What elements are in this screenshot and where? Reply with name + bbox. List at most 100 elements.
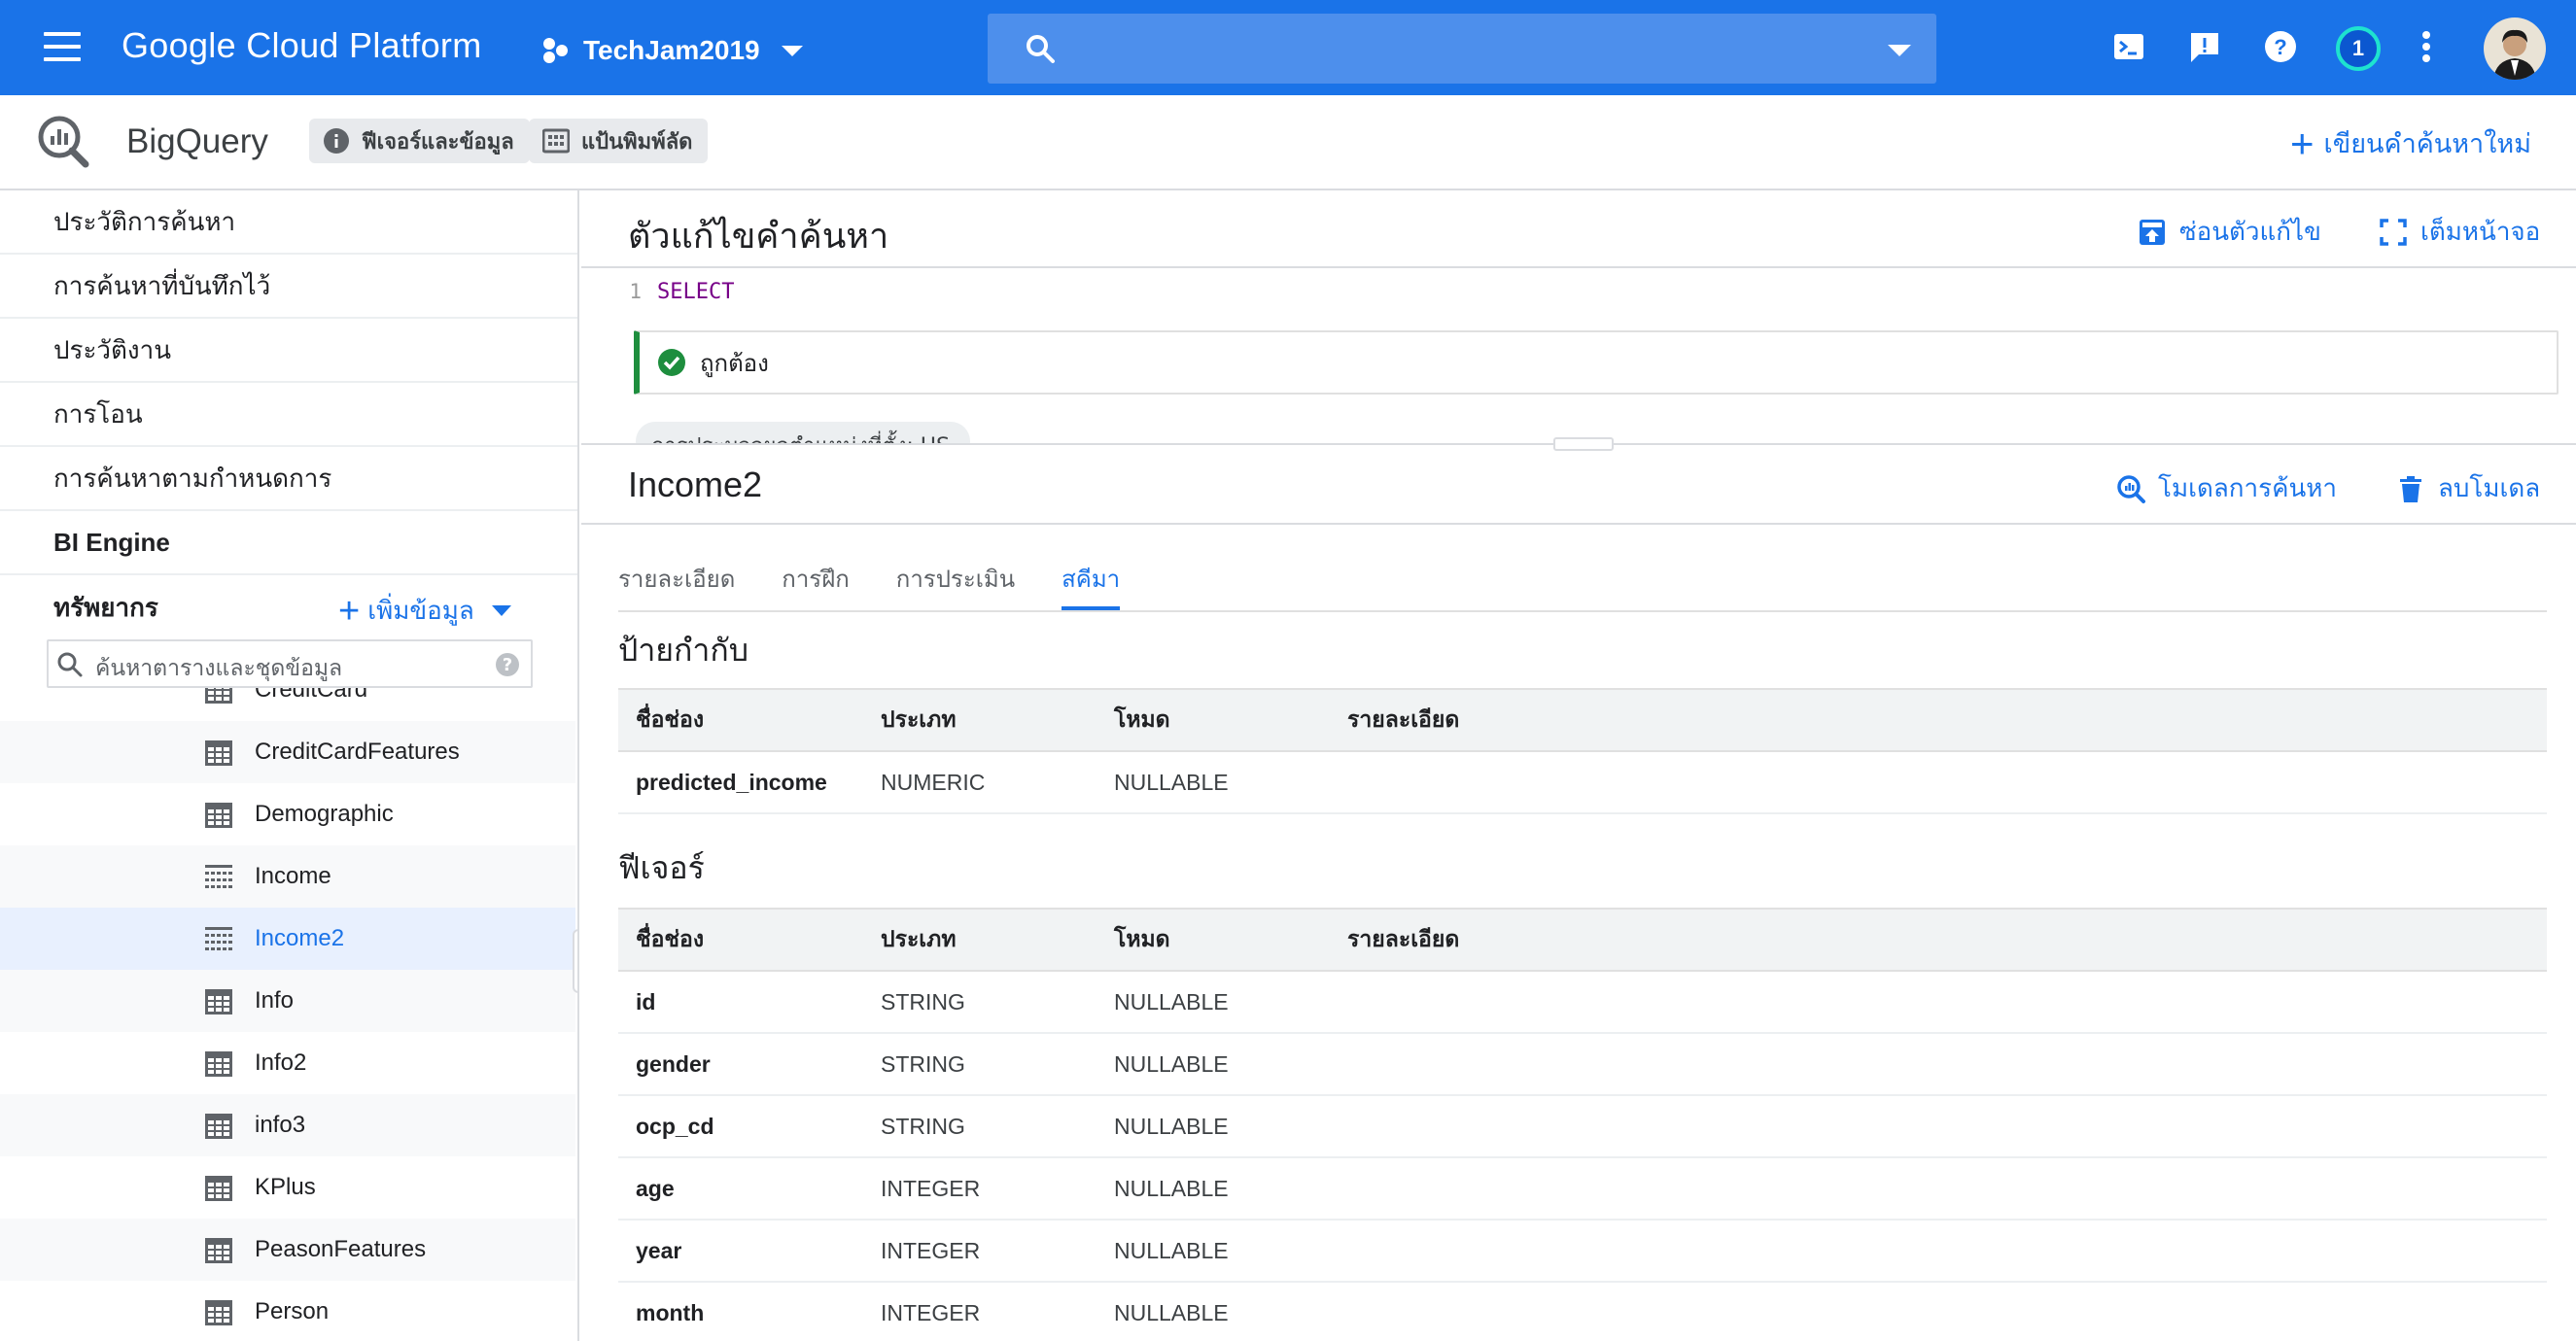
- labels-table: ชื่อช่อง ประเภท โหมด รายละเอียด predicte…: [618, 688, 2547, 814]
- table-icon: [204, 1113, 233, 1140]
- features-info-label: ฟีเจอร์และข้อมูล: [362, 129, 514, 155]
- type-cell: STRING: [881, 1033, 1114, 1096]
- query-model-button[interactable]: โมเดลการค้นหา: [2115, 468, 2337, 508]
- table-icon: [204, 988, 233, 1015]
- line-number: 1: [629, 280, 642, 303]
- project-name: TechJam2019: [583, 35, 760, 65]
- table-icon: [204, 802, 233, 829]
- tab-schema[interactable]: สคีมา: [1062, 554, 1121, 610]
- menu-icon[interactable]: [44, 32, 81, 61]
- bigquery-logo-icon: [38, 116, 89, 168]
- table-icon: [204, 1299, 233, 1326]
- tree-item-label: Info2: [255, 1049, 307, 1076]
- field-name-cell: gender: [618, 1033, 881, 1096]
- tree-item-label: Info: [255, 987, 295, 1014]
- delete-model-button[interactable]: ลบโมเดล: [2395, 468, 2540, 508]
- description-cell: [1347, 1095, 2547, 1158]
- features-info-chip[interactable]: ฟีเจอร์และข้อมูล: [309, 119, 530, 163]
- add-data-label: เพิ่มข้อมูล: [367, 597, 474, 626]
- model-header: Income2 โมเดลการค้นหา ลบโมเดล: [581, 445, 2576, 525]
- type-cell: INTEGER: [881, 1157, 1114, 1221]
- platform-title[interactable]: Google Cloud Platform: [122, 25, 481, 66]
- project-selector[interactable]: TechJam2019: [540, 29, 803, 72]
- query-editor-header: ตัวแก้ไขคำค้นหา ซ่อนตัวแก้ไข เต็มหน้าจอ: [581, 190, 2576, 268]
- tree-item[interactable]: CreditCard: [0, 688, 575, 721]
- compose-new-query-button[interactable]: + เขียนคำค้นหาใหม่: [2290, 122, 2531, 164]
- code-editor[interactable]: 1 SELECT ถูกต้อง การประมวลผลตำแหน่งที่ตั…: [581, 270, 2576, 445]
- keyboard-shortcuts-label: แป้นพิมพ์ลัด: [581, 129, 693, 155]
- table-icon: [204, 688, 233, 705]
- resources-label: ทรัพยากร: [53, 593, 158, 623]
- tree-item-label: PeasonFeatures: [255, 1236, 427, 1262]
- nav-job-history[interactable]: ประวัติงาน: [0, 319, 577, 383]
- tree-item[interactable]: Demographic: [0, 783, 575, 845]
- type-cell: STRING: [881, 1095, 1114, 1158]
- notifications-badge[interactable]: 1: [2336, 26, 2381, 71]
- hide-editor-button[interactable]: ซ่อนตัวแก้ไข: [2137, 212, 2321, 252]
- fullscreen-button[interactable]: เต็มหน้าจอ: [2378, 212, 2540, 252]
- tree-item-label: CreditCardFeatures: [255, 739, 460, 765]
- query-model-label: โมเดลการค้นหา: [2158, 474, 2338, 503]
- tree-item[interactable]: Income: [0, 845, 575, 908]
- resource-search-input[interactable]: ค้นหาตารางและชุดข้อมูล ?: [47, 639, 533, 688]
- trash-icon: [2400, 475, 2421, 502]
- tab-evaluation[interactable]: การประเมิน: [896, 554, 1015, 610]
- search-input[interactable]: [988, 14, 1936, 84]
- search-icon: [57, 652, 83, 677]
- tree-item[interactable]: KPlus: [0, 1156, 575, 1219]
- query-editor-title: ตัวแก้ไขคำค้นหา: [628, 217, 889, 257]
- nav-saved-queries[interactable]: การค้นหาที่บันทึกไว้: [0, 255, 577, 319]
- check-circle-icon: [658, 349, 685, 376]
- fullscreen-icon: [2380, 218, 2407, 246]
- description-cell: [1347, 1157, 2547, 1221]
- processing-location-chip[interactable]: การประมวลผลตำแหน่งที่ตั้ง: US: [636, 422, 970, 445]
- project-icon: [543, 38, 568, 63]
- table-row: ocp_cd STRING NULLABLE: [618, 1095, 2547, 1158]
- code-text[interactable]: SELECT: [657, 280, 734, 304]
- keyboard-shortcuts-chip[interactable]: แป้นพิมพ์ลัด: [529, 119, 709, 163]
- field-name-cell: month: [618, 1282, 881, 1341]
- table-row: month INTEGER NULLABLE: [618, 1282, 2547, 1341]
- tree-item[interactable]: Info2: [0, 1032, 575, 1094]
- help-icon[interactable]: ?: [2261, 27, 2300, 66]
- model-title: Income2: [628, 464, 763, 504]
- tree-item-label: CreditCard: [255, 688, 368, 703]
- col-type: ประเภท: [881, 908, 1114, 972]
- table-icon: [204, 1237, 233, 1264]
- search-dropdown-icon[interactable]: [1888, 45, 1911, 56]
- description-cell: [1347, 1220, 2547, 1283]
- tree-item[interactable]: PeasonFeatures: [0, 1219, 575, 1281]
- panel-resize-handle[interactable]: [573, 929, 577, 993]
- col-mode: โหมด: [1114, 908, 1347, 972]
- tab-training[interactable]: การฝึก: [782, 554, 850, 610]
- tree-item[interactable]: CreditCardFeatures: [0, 721, 575, 783]
- table-header-row: ชื่อช่อง ประเภท โหมด รายละเอียด: [618, 908, 2547, 972]
- nav-transfers[interactable]: การโอน: [0, 383, 577, 447]
- cloud-shell-icon[interactable]: [2109, 27, 2148, 66]
- table-header-row: ชื่อช่อง ประเภท โหมด รายละเอียด: [618, 688, 2547, 752]
- avatar[interactable]: [2484, 17, 2546, 80]
- compose-new-query-label: เขียนคำค้นหาใหม่: [2323, 129, 2531, 159]
- tree-item[interactable]: Person: [0, 1281, 575, 1341]
- more-vert-icon[interactable]: [2417, 27, 2436, 66]
- help-icon[interactable]: ?: [496, 653, 519, 676]
- nav-bi-engine[interactable]: BI Engine: [0, 511, 577, 575]
- left-navigation-panel: ประวัติการค้นหา การค้นหาที่บันทึกไว้ ประ…: [0, 190, 579, 1341]
- add-data-button[interactable]: + เพิ่มข้อมูล: [338, 591, 511, 631]
- tree-item[interactable]: info3: [0, 1094, 575, 1156]
- tab-details[interactable]: รายละเอียด: [618, 554, 735, 610]
- col-description: รายละเอียด: [1347, 688, 2547, 752]
- product-header: BigQuery ฟีเจอร์และข้อมูล แป้นพิมพ์ลัด +…: [0, 95, 2576, 190]
- plus-icon: +: [2290, 120, 2315, 166]
- info-icon: [324, 128, 349, 154]
- feedback-icon[interactable]: [2185, 27, 2224, 66]
- nav-scheduled-queries[interactable]: การค้นหาตามกำหนดการ: [0, 447, 577, 511]
- table-icon: [204, 1175, 233, 1202]
- resource-search-placeholder: ค้นหาตารางและชุดข้อมูล: [95, 656, 343, 681]
- tree-item[interactable]: Income2: [0, 908, 575, 970]
- table-row: gender STRING NULLABLE: [618, 1033, 2547, 1096]
- table-row: age INTEGER NULLABLE: [618, 1157, 2547, 1221]
- nav-query-history[interactable]: ประวัติการค้นหา: [0, 190, 577, 255]
- tree-item[interactable]: Info: [0, 970, 575, 1032]
- table-row: id STRING NULLABLE: [618, 971, 2547, 1034]
